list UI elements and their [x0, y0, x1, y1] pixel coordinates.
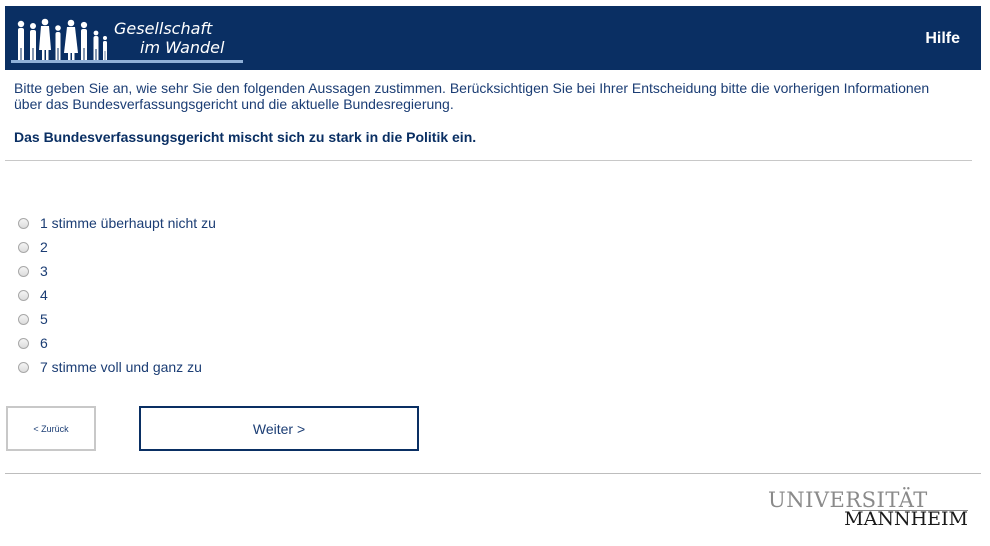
option-label[interactable]: 3	[40, 263, 48, 279]
university-logo: UNIVERSITÄT MANNHEIM	[768, 488, 968, 530]
divider	[5, 160, 972, 161]
footer-divider	[5, 473, 981, 474]
next-button[interactable]: Weiter >	[139, 406, 419, 451]
radio-button[interactable]	[18, 217, 29, 229]
option-label[interactable]: 5	[40, 311, 48, 327]
header-bar: Gesellschaft im Wandel Hilfe	[5, 6, 981, 70]
radio-button[interactable]	[18, 265, 29, 277]
radio-button[interactable]	[18, 241, 29, 253]
logo-line-2: im Wandel	[140, 38, 225, 57]
university-logo-line-2: MANNHEIM	[844, 508, 968, 530]
answer-options: 1 stimme überhaupt nicht zu 2 3 4 5 6 7 …	[18, 211, 216, 379]
instruction-text: Bitte geben Sie an, wie sehr Sie den fol…	[14, 80, 930, 112]
option-label[interactable]: 6	[40, 335, 48, 351]
radio-button[interactable]	[18, 337, 29, 349]
answer-option-6[interactable]: 6	[18, 331, 216, 355]
question-text: Das Bundesverfassungsgericht mischt sich…	[14, 129, 477, 145]
option-label[interactable]: 4	[40, 287, 48, 303]
people-silhouettes-icon	[17, 18, 107, 62]
answer-option-5[interactable]: 5	[18, 307, 216, 331]
back-button[interactable]: < Zurück	[6, 406, 96, 451]
option-label[interactable]: 7 stimme voll und ganz zu	[40, 359, 202, 375]
radio-button[interactable]	[18, 361, 29, 373]
logo-line-1: Gesellschaft	[114, 19, 213, 38]
option-label[interactable]: 2	[40, 239, 48, 255]
answer-option-4[interactable]: 4	[18, 283, 216, 307]
brand-logo-text: Gesellschaft im Wandel	[110, 19, 224, 57]
radio-button[interactable]	[18, 313, 29, 325]
option-label[interactable]: 1 stimme überhaupt nicht zu	[40, 215, 216, 231]
logo-underline	[11, 60, 243, 63]
radio-button[interactable]	[18, 289, 29, 301]
answer-option-1[interactable]: 1 stimme überhaupt nicht zu	[18, 211, 216, 235]
help-link[interactable]: Hilfe	[925, 30, 960, 48]
answer-option-3[interactable]: 3	[18, 259, 216, 283]
answer-option-2[interactable]: 2	[18, 235, 216, 259]
answer-option-7[interactable]: 7 stimme voll und ganz zu	[18, 355, 216, 379]
